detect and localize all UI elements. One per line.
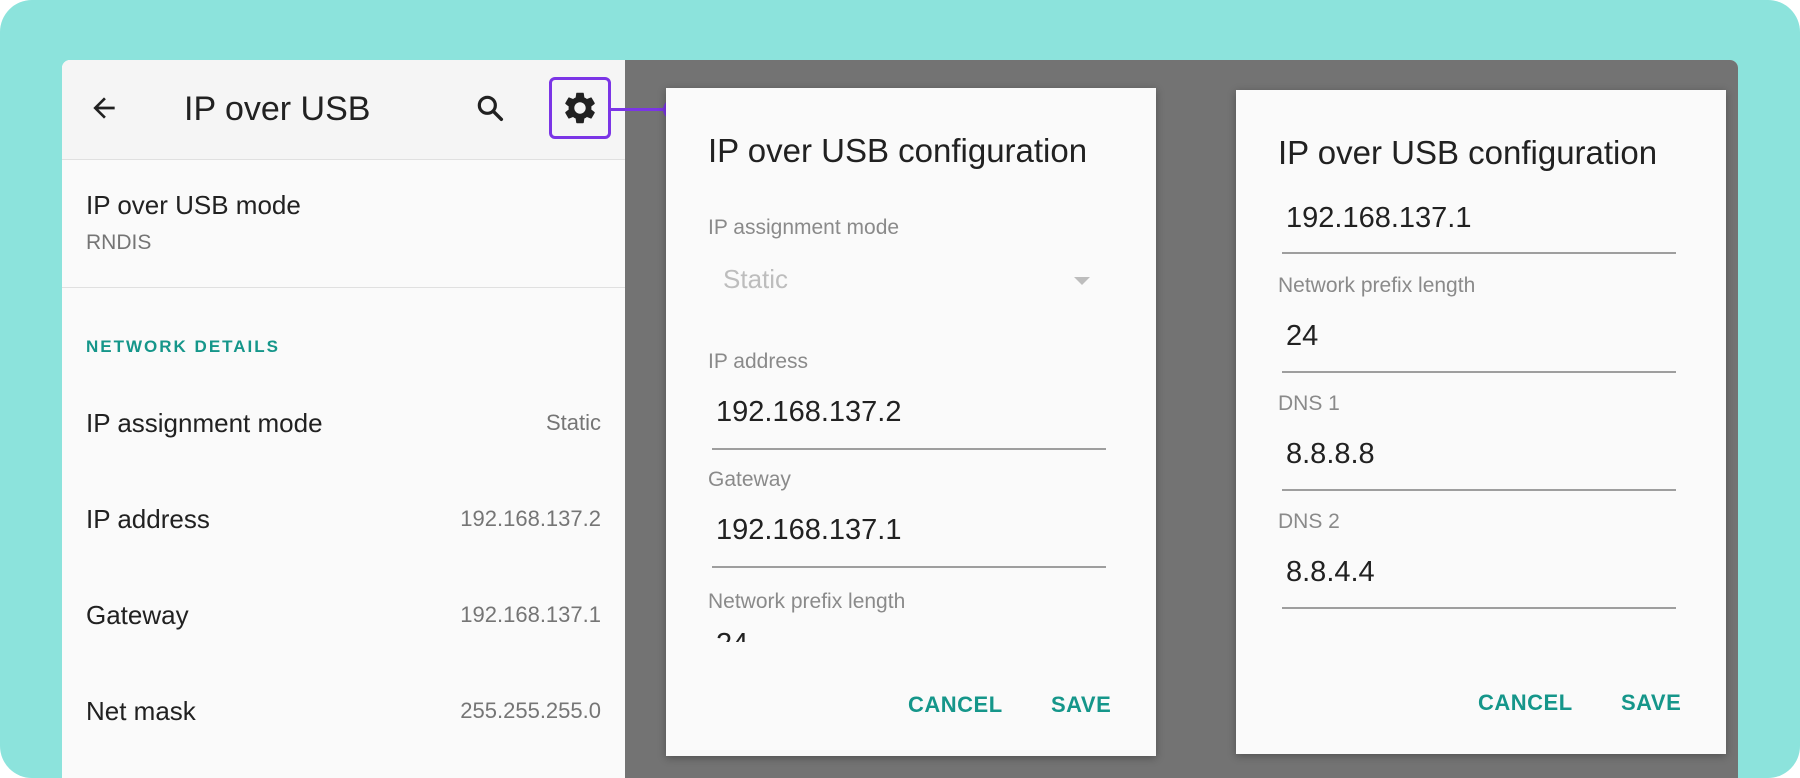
dialog-title: IP over USB configuration [708,132,1088,169]
detail-row-assignment: IP assignment mode Static [86,403,601,443]
detail-row-gateway: Gateway 192.168.137.1 [86,595,601,635]
dns1-underline [1282,489,1676,491]
detail-value: 192.168.137.2 [460,506,601,531]
gateway-input[interactable]: 192.168.137.1 [716,514,901,547]
assignment-mode-label: IP assignment mode [708,216,900,239]
prefix-length-label: Network prefix length [708,590,906,613]
dns1-input[interactable]: 8.8.8.8 [1286,438,1375,471]
app-bar: IP over USB [62,60,625,160]
dns2-underline [1282,607,1676,609]
usb-mode-title: IP over USB mode [86,190,301,220]
detail-label: IP address [86,503,210,534]
search-button[interactable] [468,86,512,130]
detail-row-ip: IP address 192.168.137.2 [86,499,601,539]
gateway-label: Gateway [708,468,791,491]
dns1-label: DNS 1 [1278,392,1340,415]
detail-label: Net mask [86,695,196,726]
prefix-length-clip: 24 [712,628,1106,642]
dropdown-arrow-icon [1074,277,1090,285]
prefix-length-underline [1282,371,1676,373]
config-dialog: IP over USB configuration IP assignment … [666,88,1156,756]
detail-value: 255.255.255.0 [460,698,601,723]
gateway-underline [712,566,1106,568]
usb-mode-value: RNDIS [86,231,152,254]
config-dialog-scrolled: IP over USB configuration 192.168.137.1 … [1236,90,1726,754]
search-icon [477,95,504,122]
prefix-length-input[interactable]: 24 [716,628,748,642]
detail-label: Gateway [86,599,189,630]
dns2-input[interactable]: 8.8.4.4 [1286,556,1375,589]
detail-label: IP assignment mode [86,407,323,438]
settings-panel: IP over USB IP over USB mode RNDIS NETWO… [62,60,625,778]
gateway-input[interactable]: 192.168.137.1 [1286,202,1471,235]
cancel-button[interactable]: CANCEL [908,692,1003,718]
back-button[interactable] [82,86,126,130]
arrow-left-icon [93,97,115,119]
divider [62,287,625,288]
assignment-mode-value: Static [723,264,789,294]
page-title: IP over USB [184,90,371,128]
dns2-label: DNS 2 [1278,510,1340,533]
ip-address-underline [712,448,1106,450]
frame-background: IP over USB IP over USB mode RNDIS NETWO… [0,0,1800,778]
save-button[interactable]: SAVE [1051,692,1111,718]
cancel-button[interactable]: CANCEL [1478,690,1573,716]
detail-value: Static [545,410,601,435]
dialog-title: IP over USB configuration [1278,134,1658,171]
ip-address-input[interactable]: 192.168.137.2 [716,396,901,429]
prefix-length-label: Network prefix length [1278,274,1476,297]
detail-row-netmask: Net mask 255.255.255.0 [86,691,601,731]
assignment-mode-select[interactable]: Static [708,264,1106,308]
gateway-underline [1282,252,1676,254]
detail-value: 192.168.137.1 [460,602,601,627]
ip-address-label: IP address [708,350,809,373]
prefix-length-input[interactable]: 24 [1286,320,1318,353]
device-screen: IP over USB IP over USB mode RNDIS NETWO… [62,60,1738,778]
usb-mode-row[interactable]: IP over USB mode RNDIS [86,190,301,255]
settings-button[interactable] [549,77,611,139]
gear-icon [565,92,595,124]
save-button[interactable]: SAVE [1621,690,1681,716]
section-header: NETWORK DETAILS [86,337,281,356]
